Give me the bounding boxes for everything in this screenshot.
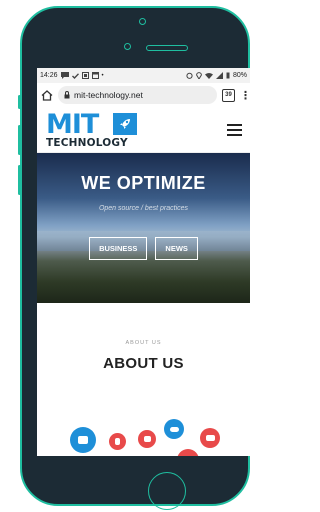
calendar-icon bbox=[91, 72, 99, 79]
home-button[interactable] bbox=[148, 472, 186, 510]
about-title: ABOUT US bbox=[103, 355, 184, 372]
news-button[interactable]: NEWS bbox=[155, 237, 198, 260]
red-bubble-icon bbox=[177, 449, 199, 456]
url-field[interactable]: mit-technology.net bbox=[58, 86, 217, 104]
volume-down-button bbox=[18, 165, 21, 195]
status-bar: 14:26 • 80% bbox=[37, 68, 250, 83]
url-text: mit-technology.net bbox=[74, 90, 143, 100]
mobile-icon bbox=[109, 433, 126, 450]
status-time: 14:26 bbox=[40, 72, 58, 79]
logo-secondary-text: TECHNOLOGY bbox=[46, 136, 128, 149]
alarm-icon bbox=[186, 72, 193, 79]
volume-up-button bbox=[18, 125, 21, 155]
hero-subtitle: Open source / best practices bbox=[98, 205, 189, 212]
hero-buttons: BUSINESS NEWS bbox=[37, 237, 250, 260]
browser-address-bar: mit-technology.net 39 ⋮ bbox=[37, 83, 250, 107]
cloud-icon bbox=[164, 419, 184, 439]
hero-banner: WE OPTIMIZE Open source / best practices… bbox=[37, 153, 250, 303]
logo-primary-text: MIT bbox=[46, 108, 99, 140]
message-icon bbox=[60, 72, 69, 79]
hero-title: WE OPTIMIZE bbox=[81, 173, 206, 193]
about-kicker: ABOUT US bbox=[125, 340, 162, 346]
browser-menu-icon[interactable]: ⋮ bbox=[240, 89, 250, 102]
image-icon bbox=[81, 72, 89, 79]
proximity-sensor bbox=[124, 43, 131, 50]
signal-icon bbox=[215, 72, 223, 79]
battery-percent: 80% bbox=[232, 72, 247, 79]
hamburger-menu-icon[interactable] bbox=[227, 123, 242, 136]
phone-screen: 14:26 • 80% mit-technology.net 39 ⋮ MIT … bbox=[37, 68, 250, 456]
tab-switcher-button[interactable]: 39 bbox=[222, 88, 235, 102]
home-icon[interactable] bbox=[41, 89, 53, 101]
tab-count: 39 bbox=[225, 92, 232, 98]
site-logo[interactable]: MIT TECHNOLOGY bbox=[46, 110, 156, 150]
site-header: MIT TECHNOLOGY bbox=[37, 107, 250, 153]
chat-icon bbox=[200, 428, 220, 448]
about-section: ABOUT US ABOUT US bbox=[37, 303, 250, 456]
lock-icon bbox=[64, 91, 70, 99]
check-icon bbox=[71, 72, 79, 79]
mute-switch bbox=[18, 95, 21, 109]
rocket-icon bbox=[113, 112, 137, 135]
notification-dot-icon: • bbox=[101, 72, 104, 79]
business-button[interactable]: BUSINESS bbox=[89, 237, 148, 260]
shopping-icon bbox=[138, 430, 156, 448]
front-camera bbox=[139, 18, 146, 25]
earpiece-speaker bbox=[146, 45, 188, 51]
battery-icon bbox=[226, 72, 230, 79]
megaphone-icon bbox=[70, 427, 96, 453]
wifi-icon bbox=[204, 73, 213, 79]
location-icon bbox=[196, 72, 202, 79]
